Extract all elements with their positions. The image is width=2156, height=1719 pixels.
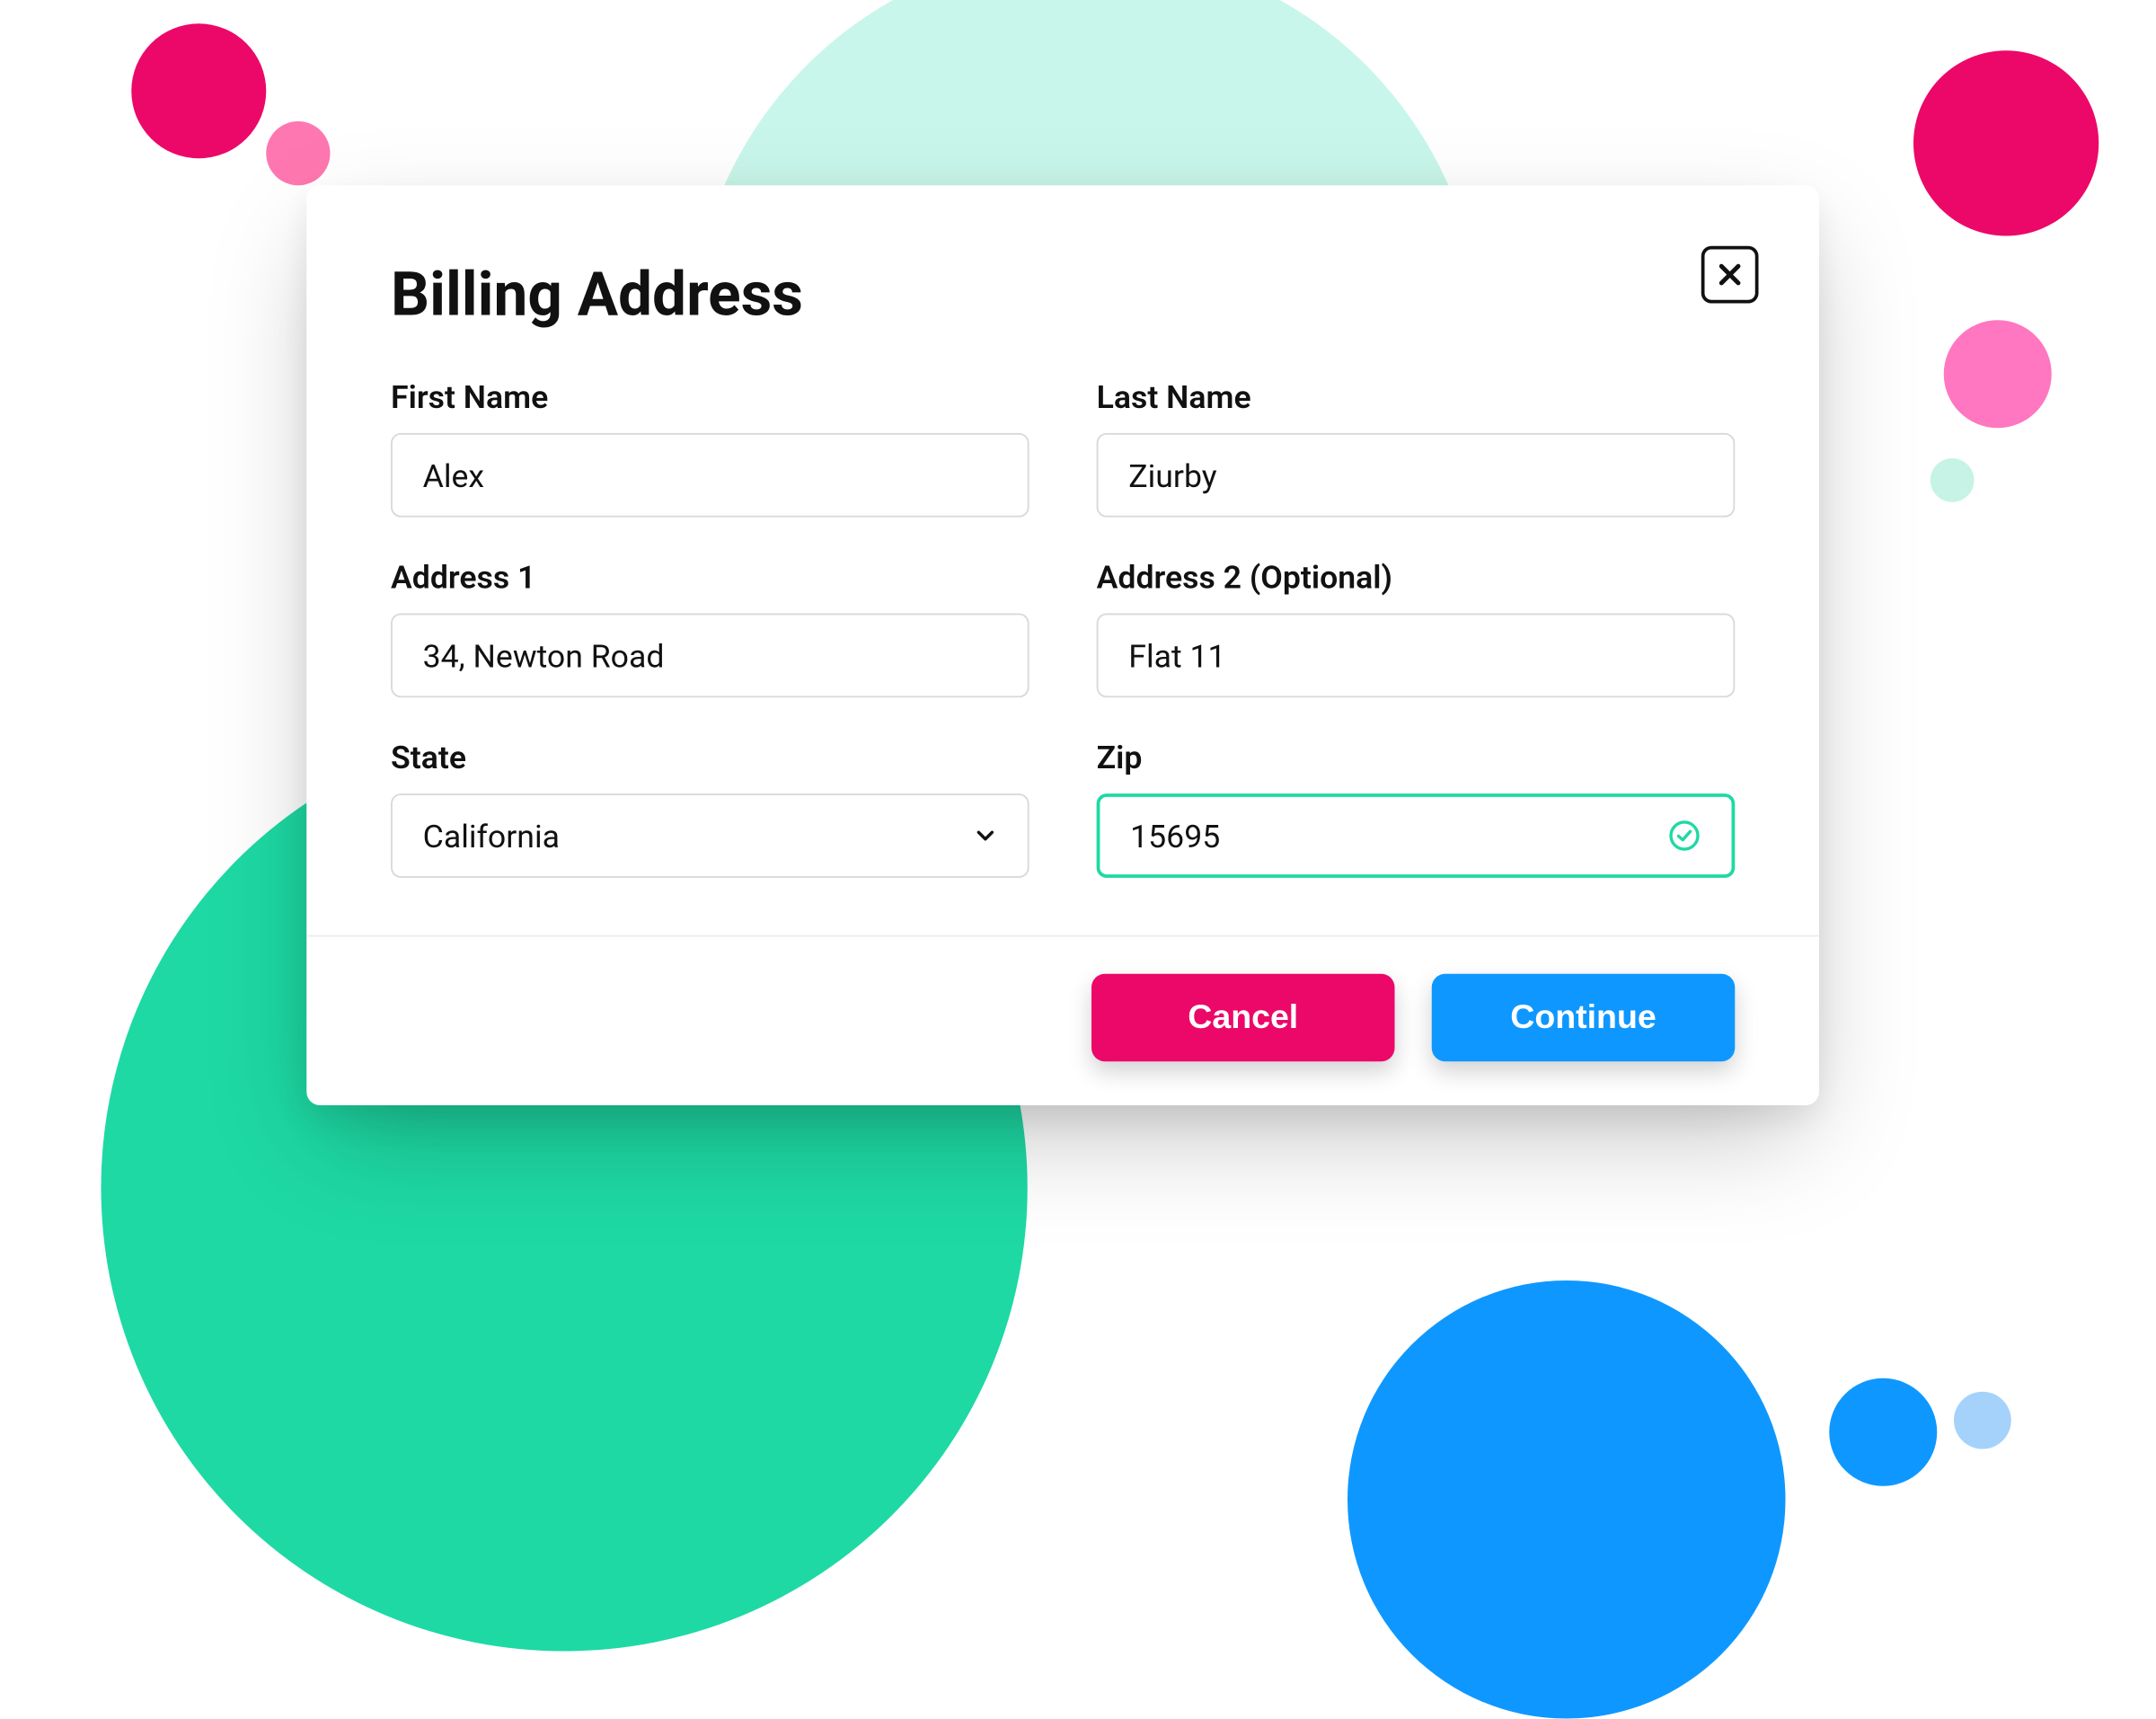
- decor-circle: [1348, 1280, 1786, 1719]
- state-label: State: [391, 738, 1029, 776]
- field-first-name: First Name Alex: [391, 377, 1029, 518]
- first-name-value: Alex: [423, 456, 997, 494]
- decor-circle: [1954, 1392, 2011, 1449]
- zip-value: 15695: [1130, 816, 1667, 855]
- last-name-value: Ziurby: [1128, 456, 1702, 494]
- state-select[interactable]: California: [391, 793, 1029, 878]
- field-zip: Zip 15695: [1097, 738, 1736, 878]
- decor-circle: [1829, 1378, 1937, 1486]
- state-value: California: [423, 816, 560, 855]
- field-address-1: Address 1 34, Newton Road: [391, 558, 1029, 698]
- address2-label: Address 2 (Optional): [1097, 558, 1736, 597]
- address1-label: Address 1: [391, 558, 1029, 597]
- close-icon: [1717, 261, 1744, 288]
- field-last-name: Last Name Ziurby: [1097, 377, 1736, 518]
- zip-input[interactable]: 15695: [1097, 793, 1736, 878]
- cancel-button[interactable]: Cancel: [1091, 974, 1395, 1062]
- first-name-input[interactable]: Alex: [391, 433, 1029, 518]
- billing-address-modal: Billing Address First Name Alex Last Nam…: [306, 185, 1819, 1105]
- address1-value: 34, Newton Road: [423, 636, 997, 675]
- field-state: State California: [391, 738, 1029, 878]
- chevron-down-icon: [974, 824, 997, 847]
- check-circle-icon: [1667, 819, 1701, 853]
- continue-button[interactable]: Continue: [1432, 974, 1736, 1062]
- decor-circle: [1913, 50, 2099, 235]
- modal-footer: Cancel Continue: [306, 935, 1819, 1105]
- first-name-label: First Name: [391, 377, 1029, 416]
- decor-circle: [131, 23, 266, 158]
- modal-title: Billing Address: [391, 260, 1735, 331]
- decor-circle: [266, 121, 330, 185]
- address2-input[interactable]: Flat 11: [1097, 614, 1736, 698]
- zip-label: Zip: [1097, 738, 1736, 776]
- address2-value: Flat 11: [1128, 636, 1702, 675]
- decor-circle: [1931, 458, 1975, 502]
- close-button[interactable]: [1701, 246, 1759, 304]
- last-name-label: Last Name: [1097, 377, 1736, 416]
- decor-circle: [1944, 320, 2052, 428]
- address1-input[interactable]: 34, Newton Road: [391, 614, 1029, 698]
- last-name-input[interactable]: Ziurby: [1097, 433, 1736, 518]
- field-address-2: Address 2 (Optional) Flat 11: [1097, 558, 1736, 698]
